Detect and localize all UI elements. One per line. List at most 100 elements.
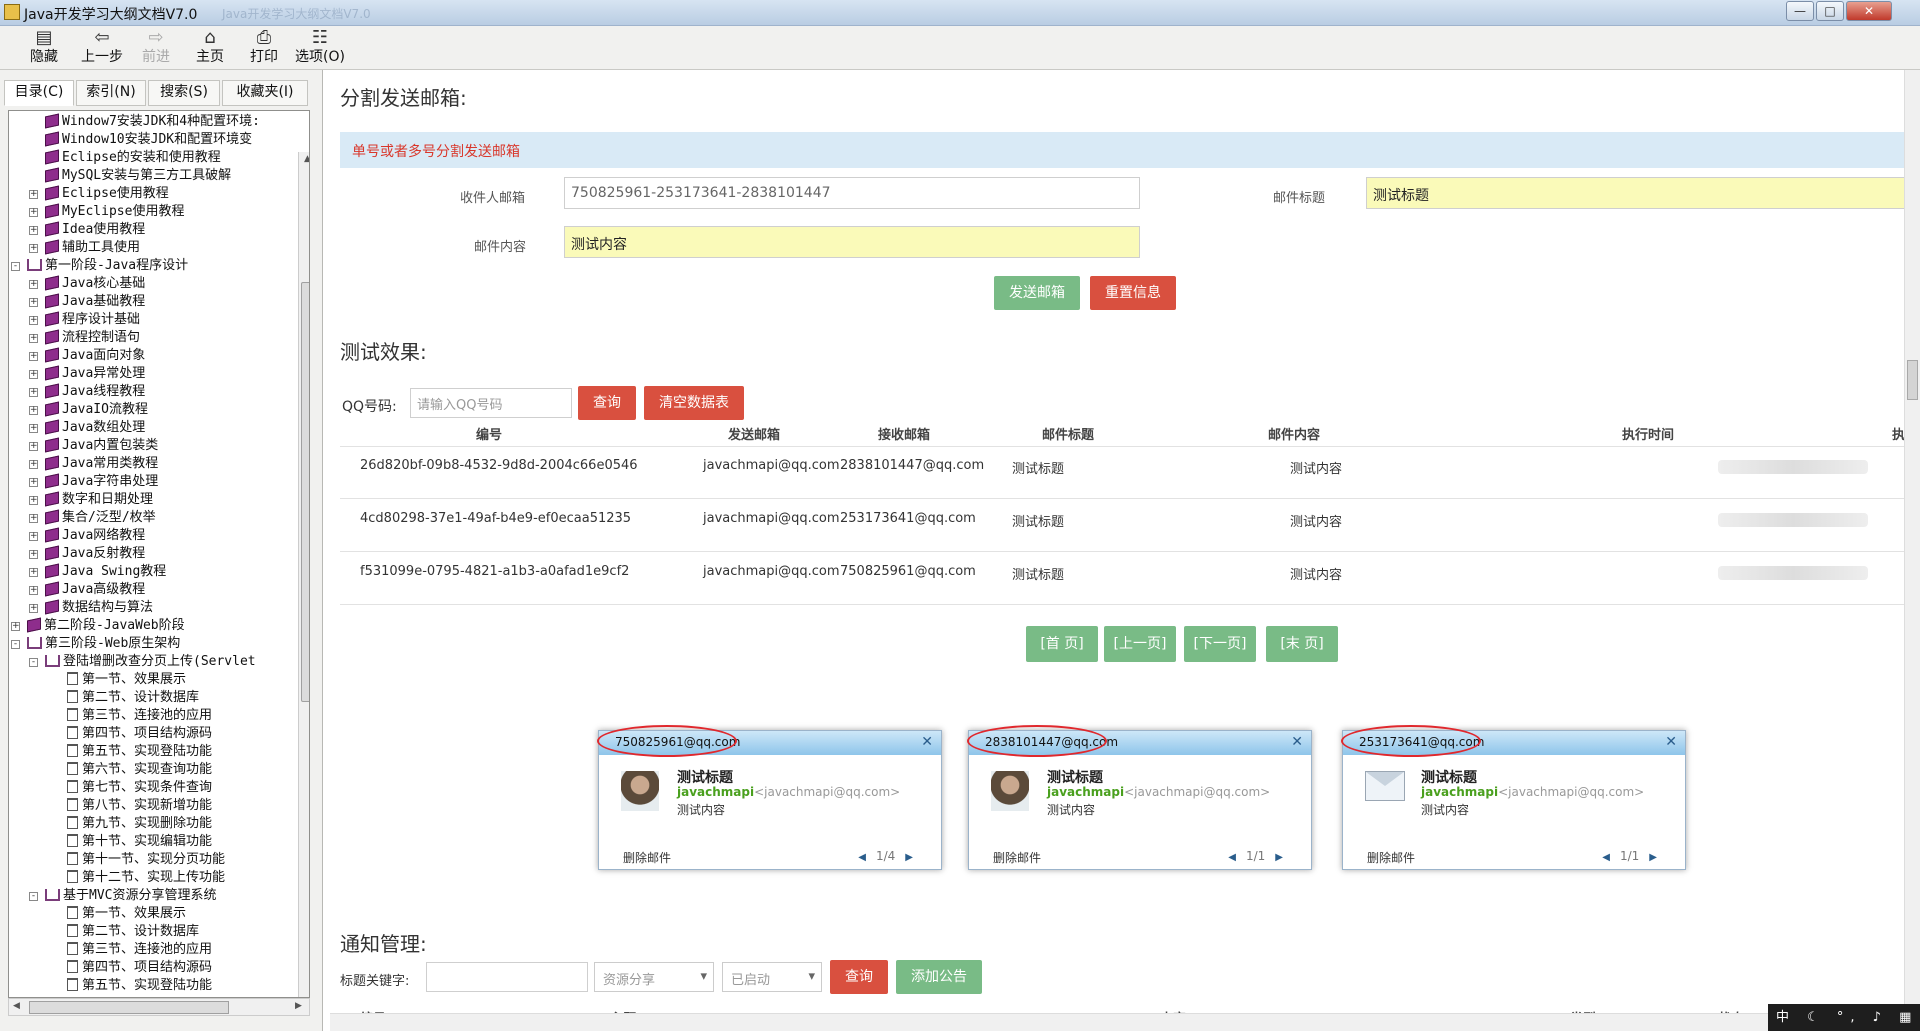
tree-item[interactable]: Java异常处理 [45,365,145,383]
add-notice-button[interactable]: 添加公告 [896,960,982,994]
tree-item[interactable]: 第二阶段-JavaWeb阶段 [27,617,185,635]
expand-icon[interactable]: + [29,352,38,361]
toolbar-home-button[interactable]: ⌂ 主页 [180,28,240,68]
ime-tray[interactable]: 中 ☾ °, ♪ ▦ ⚙ [1768,1004,1920,1031]
tree-item[interactable]: Java核心基础 [45,275,145,293]
tree-item[interactable]: 流程控制语句 [45,329,140,347]
tree-item[interactable]: Java基础教程 [45,293,145,311]
tree-item[interactable]: Java反射教程 [45,545,145,563]
toolbar-forward-button[interactable]: ⇨ 前进 [126,28,186,68]
tree-item[interactable]: 第十一节、实现分页功能 [67,851,225,869]
expand-icon[interactable]: + [29,406,38,415]
close-icon[interactable]: ✕ [1291,734,1303,750]
tree-item[interactable]: 程序设计基础 [45,311,140,329]
tree-item[interactable]: Java线程教程 [45,383,145,401]
reset-button[interactable]: 重置信息 [1090,276,1176,310]
category-select[interactable]: 资源分享 [594,962,714,992]
left-tab-3[interactable]: 收藏夹(I) [222,80,308,106]
tree-item[interactable]: Java常用类教程 [45,455,158,473]
delete-mail-link[interactable]: 删除邮件 [1367,849,1415,866]
tree-item[interactable]: MySQL安装与第三方工具破解 [45,167,231,185]
scroll-right-icon[interactable]: ▶ [295,1001,302,1011]
collapse-icon[interactable]: - [29,658,38,667]
tree-item[interactable]: 第十节、实现编辑功能 [67,833,212,851]
tree-item[interactable]: Window10安装JDK和配置环境变 [45,131,252,149]
expand-icon[interactable]: + [11,622,20,631]
expand-icon[interactable]: + [29,424,38,433]
tree-item[interactable]: 登陆增删改查分页上传(Servlet [45,653,256,671]
expand-icon[interactable]: + [29,442,38,451]
pager-button-1[interactable]: [上一页] [1104,626,1176,662]
left-tab-1[interactable]: 索引(N) [76,80,146,106]
content-vertical-scrollbar[interactable] [1904,70,1920,1031]
tree-item[interactable]: 第三节、连接池的应用 [67,941,212,959]
notification-subject[interactable]: 测试标题 [1047,767,1103,787]
scroll-up-icon[interactable]: ▲ [304,154,309,164]
next-icon[interactable]: ▶ [1275,852,1283,863]
expand-icon[interactable]: + [29,604,38,613]
subject-input[interactable]: 测试标题 [1366,177,1906,209]
expand-icon[interactable]: + [29,316,38,325]
tree-item[interactable]: Java高级教程 [45,581,145,599]
expand-icon[interactable]: + [29,496,38,505]
expand-icon[interactable]: + [29,190,38,199]
status-select[interactable]: 已启动 [722,962,822,992]
expand-icon[interactable]: + [29,388,38,397]
close-button[interactable]: ✕ [1846,1,1892,21]
next-icon[interactable]: ▶ [905,852,913,863]
tree-item[interactable]: Idea使用教程 [45,221,145,239]
maximize-button[interactable]: □ [1816,1,1844,21]
tree-item[interactable]: Window7安装JDK和4种配置环境: [45,113,260,131]
expand-icon[interactable]: + [29,550,38,559]
tree-item[interactable]: 数据结构与算法 [45,599,153,617]
left-tab-0[interactable]: 目录(C) [4,80,74,106]
tree-item[interactable]: 第七节、实现条件查询 [67,779,212,797]
scroll-left-icon[interactable]: ◀ [13,1001,20,1011]
qq-input[interactable]: 请输入QQ号码 [410,388,572,418]
expand-icon[interactable]: + [29,208,38,217]
pager-button-0[interactable]: [首 页] [1026,626,1098,662]
content-horizontal-scrollbar[interactable] [330,1013,1904,1031]
tree-item[interactable]: 第一节、效果展示 [67,671,186,689]
tree-item[interactable]: 第一阶段-Java程序设计 [27,257,188,275]
tree-item[interactable]: Java网络教程 [45,527,145,545]
tree-item[interactable]: 第二节、设计数据库 [67,923,199,941]
tree-item[interactable]: 数字和日期处理 [45,491,153,509]
expand-icon[interactable]: + [29,244,38,253]
tree-item[interactable]: 集合/泛型/枚举 [45,509,156,527]
tree-vertical-scrollbar[interactable]: ▲ ▼ [298,152,309,997]
tree-item[interactable]: 基于MVC资源分享管理系统 [45,887,216,905]
tree-item[interactable]: 第四节、项目结构源码 [67,725,212,743]
collapse-icon[interactable]: - [29,892,38,901]
left-tab-2[interactable]: 搜索(S) [148,80,220,106]
tree-item[interactable]: 第六节、实现查询功能 [67,761,212,779]
keyword-input[interactable] [426,962,588,992]
tree-horizontal-scrollbar[interactable]: ◀ ▶ [8,998,310,1016]
tree-item[interactable]: 第八节、实现新增功能 [67,797,212,815]
tree-item[interactable]: 第九节、实现删除功能 [67,815,212,833]
tree-item[interactable]: Java数组处理 [45,419,145,437]
pager-button-3[interactable]: [末 页] [1266,626,1338,662]
tree-item[interactable]: Java面向对象 [45,347,145,365]
tree-hscroll-thumb[interactable] [29,1001,229,1014]
tree-scroll-thumb[interactable] [301,282,309,702]
expand-icon[interactable]: + [29,370,38,379]
collapse-icon[interactable]: - [11,262,20,271]
delete-mail-link[interactable]: 删除邮件 [623,849,671,866]
tree-item[interactable]: 第三阶段-Web原生架构 [27,635,180,653]
tree-item[interactable]: 第五节、实现登陆功能 [67,977,212,995]
minimize-button[interactable]: — [1786,1,1814,21]
tree-item[interactable]: 第四节、项目结构源码 [67,959,212,977]
send-email-button[interactable]: 发送邮箱 [994,276,1080,310]
tree-item[interactable]: 第一节、效果展示 [67,905,186,923]
close-icon[interactable]: ✕ [1665,734,1677,750]
expand-icon[interactable]: + [29,478,38,487]
receiver-input[interactable]: 750825961-253173641-2838101447 [564,177,1140,209]
qq-query-button[interactable]: 查询 [578,386,636,420]
expand-icon[interactable]: + [29,586,38,595]
prev-icon[interactable]: ◀ [1602,852,1610,863]
expand-icon[interactable]: + [29,514,38,523]
tree-item[interactable]: 第三节、连接池的应用 [67,707,212,725]
collapse-icon[interactable]: - [11,640,20,649]
next-icon[interactable]: ▶ [1649,852,1657,863]
